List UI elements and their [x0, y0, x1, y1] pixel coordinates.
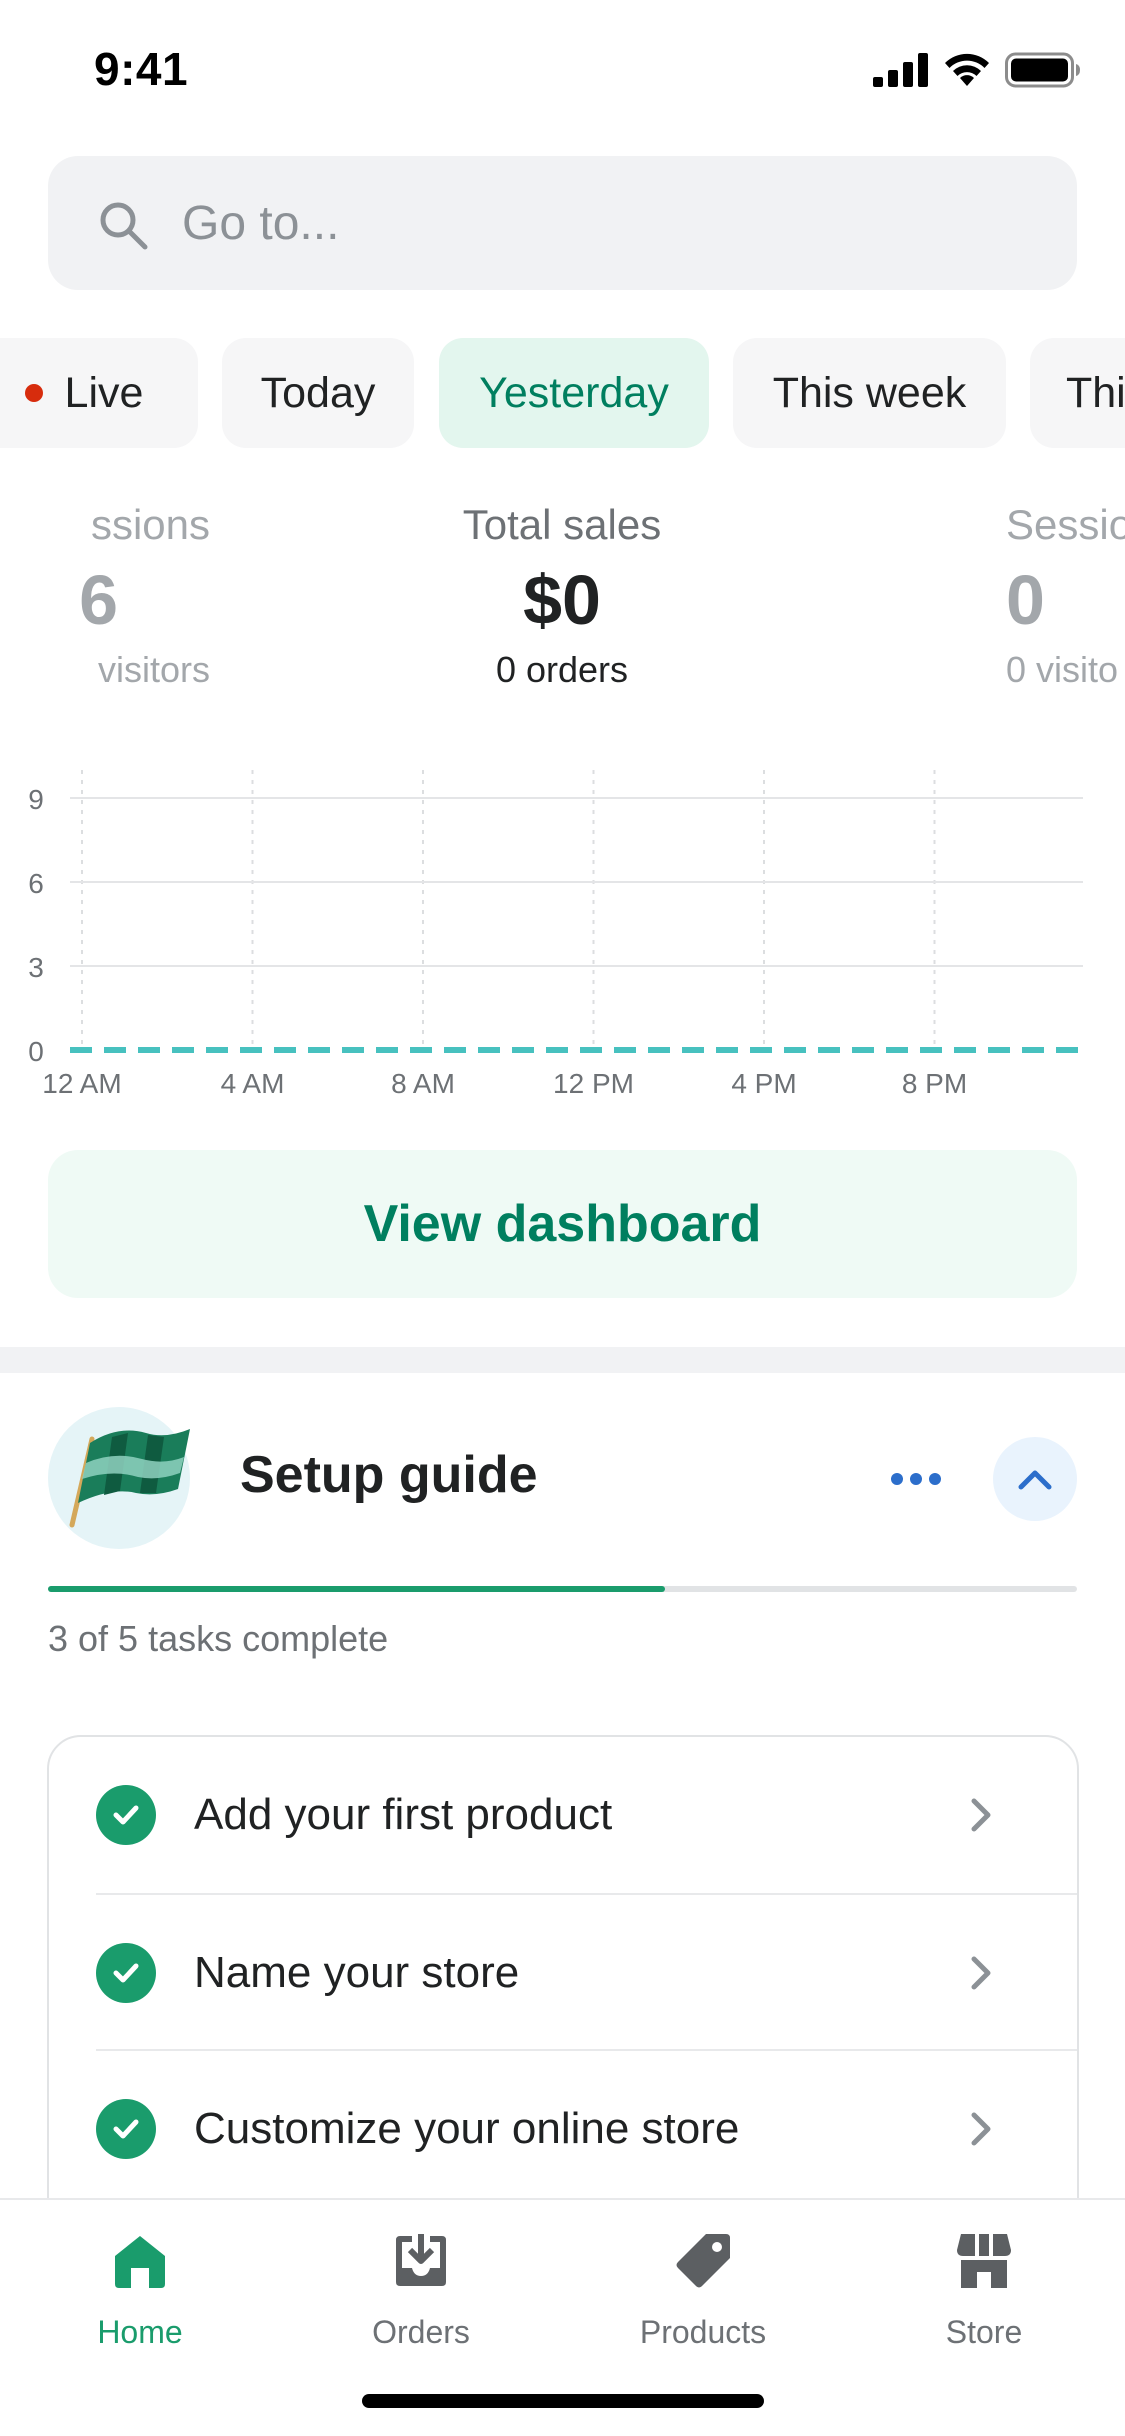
status-time: 9:41: [94, 43, 189, 95]
setup-progress-text: 3 of 5 tasks complete: [48, 1618, 389, 1659]
chart-y-tick-label: 6: [28, 868, 44, 899]
metric-sessions-right[interactable]: Sessio 0 0 visito: [1006, 495, 1125, 695]
chip-this-month[interactable]: Thi: [1030, 338, 1125, 448]
check-circle-icon: [96, 1785, 156, 1845]
search-input[interactable]: [182, 156, 1042, 290]
search-icon: [100, 202, 148, 250]
metric-label: Sessio: [1006, 501, 1125, 548]
chart-x-tick-label: 4 AM: [221, 1068, 285, 1099]
setup-guide-avatar: [48, 1407, 190, 1549]
tab-orders[interactable]: Orders: [311, 2230, 531, 2360]
chip-label: This week: [772, 368, 967, 417]
tab-label: Orders: [372, 2314, 470, 2350]
setup-progress-bar: [48, 1586, 1077, 1592]
task-label: Customize your online store: [194, 2104, 740, 2153]
chart-x-tick-label: 12 AM: [42, 1068, 121, 1099]
status-icons: [873, 48, 1081, 92]
store-icon: [957, 2234, 1011, 2288]
chevron-right-icon: [971, 1798, 991, 1832]
more-options-icon[interactable]: [880, 1443, 952, 1515]
chart-x-tick-label: 4 PM: [731, 1068, 796, 1099]
status-bar: 9:41: [0, 0, 1125, 140]
metric-value: 0: [1006, 561, 1045, 639]
view-dashboard-button[interactable]: View dashboard: [48, 1150, 1077, 1298]
chart-y-tick-label: 9: [28, 784, 44, 815]
signal-icon: [873, 53, 928, 87]
home-indicator: [362, 2394, 764, 2408]
chevron-right-icon: [971, 2112, 991, 2146]
task-label: Name your store: [194, 1948, 520, 1997]
tab-label: Home: [97, 2314, 183, 2350]
battery-icon: [1005, 52, 1080, 88]
metric-value: 6: [79, 561, 118, 639]
chevron-right-icon: [971, 1956, 991, 1990]
tab-label: Products: [639, 2314, 767, 2350]
check-circle-icon: [96, 1943, 156, 2003]
setup-progress-fill: [48, 1586, 666, 1592]
chip-today[interactable]: Today: [222, 338, 414, 448]
metric-label: ssions: [90, 501, 210, 548]
metric-label: Total sales: [462, 501, 662, 548]
orders-icon: [396, 2234, 446, 2286]
chip-this-week[interactable]: This week: [733, 338, 1006, 448]
sales-chart: 0 3 6 9 12 AM 4 AM 8 AM 12 PM 4 PM 8 PM: [28, 770, 1083, 1099]
chart-y-tick-label: 3: [28, 952, 44, 983]
section-divider: [0, 1347, 1125, 1373]
chart-y-tick-label: 0: [28, 1036, 44, 1067]
metric-subtext: 0 visito: [1006, 649, 1119, 690]
task-customize-online-store[interactable]: Customize your online store: [49, 2051, 1077, 2207]
task-name-your-store[interactable]: Name your store: [49, 1895, 1077, 2051]
tab-store[interactable]: Store: [874, 2230, 1094, 2360]
tab-home[interactable]: Home: [30, 2230, 250, 2360]
metric-value: $0: [523, 561, 601, 639]
live-indicator-icon: [24, 384, 43, 402]
chart-x-tick-label: 12 PM: [553, 1068, 634, 1099]
chart-x-tick-label: 8 PM: [902, 1068, 967, 1099]
flag-icon: [69, 1429, 190, 1528]
tag-icon: [676, 2234, 730, 2288]
chip-label: Live: [64, 368, 144, 417]
home-icon: [115, 2236, 165, 2288]
chip-label: Today: [260, 368, 376, 417]
chevron-up-icon: [1018, 1470, 1052, 1490]
chip-label: Thi: [1066, 368, 1125, 417]
search-bar[interactable]: [48, 156, 1077, 290]
metrics-carousel[interactable]: ssions 6 visitors Total sales $0 0 order…: [0, 495, 1125, 715]
chart-x-tick-label: 8 AM: [391, 1068, 455, 1099]
metric-subtext: 0 orders: [495, 649, 629, 690]
setup-task-list: Add your first product Name your store C…: [47, 1735, 1079, 2235]
task-label: Add your first product: [194, 1790, 613, 1839]
metric-total-sales[interactable]: Total sales $0 0 orders: [352, 495, 772, 695]
chip-yesterday[interactable]: Yesterday: [439, 338, 709, 448]
date-filter-chips: Live Today Yesterday This week Thi: [0, 338, 1125, 448]
tab-label: Store: [945, 2314, 1023, 2350]
check-circle-icon: [96, 2099, 156, 2159]
wifi-icon: [945, 53, 989, 86]
metric-sessions-left[interactable]: ssions 6 visitors: [0, 495, 210, 695]
task-add-first-product[interactable]: Add your first product: [49, 1737, 1077, 1893]
chip-live[interactable]: Live: [0, 338, 198, 448]
collapse-button[interactable]: [993, 1437, 1077, 1521]
setup-guide-title: Setup guide: [240, 1446, 538, 1504]
tab-products[interactable]: Products: [593, 2230, 813, 2360]
chip-label: Yesterday: [479, 368, 669, 417]
metric-subtext: visitors: [97, 649, 210, 690]
